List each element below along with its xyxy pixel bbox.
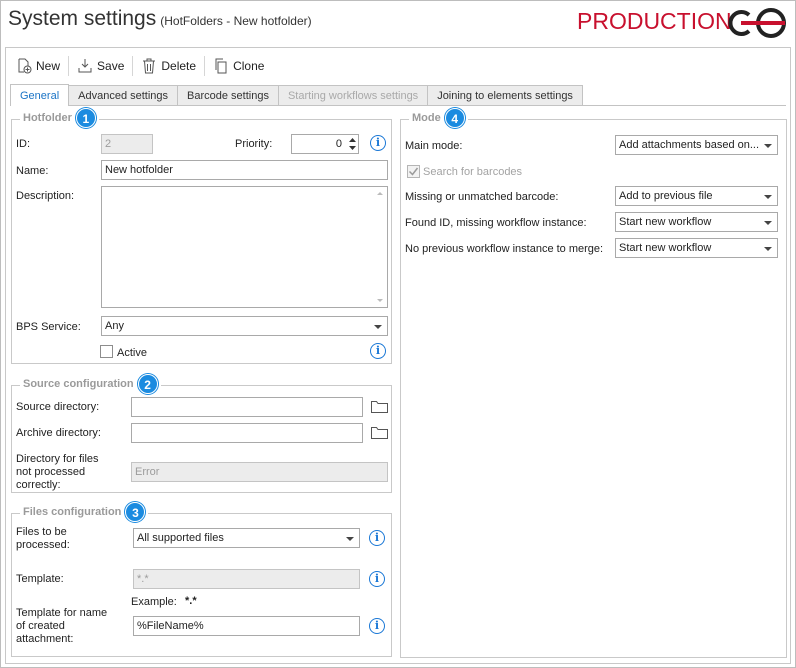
no-previous-instance-select[interactable]: Start new workflow: [615, 238, 778, 258]
description-textarea[interactable]: [101, 186, 388, 308]
error-directory-field: Error: [131, 462, 388, 482]
toolbar-divider: [68, 56, 70, 76]
tab-general[interactable]: General: [10, 84, 70, 106]
brand-logo-icon: [728, 8, 786, 38]
checkmark-icon: [408, 167, 419, 176]
source-configuration-group: Source configuration 2 Source directory: …: [11, 374, 392, 493]
files-group-title: Files configuration 3: [20, 502, 149, 522]
save-button[interactable]: Save: [71, 58, 130, 74]
environment-label: PRODUCTION: [577, 8, 732, 34]
tab-divider: [10, 105, 786, 106]
info-icon[interactable]: i: [369, 618, 385, 634]
error-directory-label: Directory for files not processed correc…: [16, 453, 99, 492]
example-value: *.*: [185, 595, 197, 607]
template-field: *.*: [133, 569, 360, 589]
missing-barcode-label: Missing or unmatched barcode:: [405, 191, 559, 203]
clone-button[interactable]: Clone: [207, 58, 270, 74]
source-directory-label: Source directory:: [16, 401, 100, 413]
stepper-arrows-icon[interactable]: [347, 136, 358, 152]
clone-icon: [215, 58, 227, 74]
error-directory-label-line: correctly:: [16, 479, 61, 491]
save-icon: [78, 59, 92, 73]
source-title-text: Source configuration: [23, 377, 134, 390]
no-previous-instance-label: No previous workflow instance to merge:: [405, 243, 604, 255]
main-mode-select[interactable]: Add attachments based on...: [615, 135, 778, 155]
step-badge-3: 3: [125, 502, 146, 522]
step-badge-4: 4: [444, 108, 465, 128]
hotfolder-group-title: Hotfolder 1: [20, 108, 99, 128]
active-label: Active: [117, 347, 147, 359]
name-label: Name:: [16, 165, 49, 177]
name-field[interactable]: New hotfolder: [101, 160, 388, 180]
new-button[interactable]: New: [10, 58, 66, 74]
attachment-name-label: Template for name of created attachment:: [16, 607, 107, 646]
source-group-title: Source configuration 2: [20, 374, 161, 394]
template-label: Template:: [16, 573, 64, 585]
files-title-text: Files configuration: [23, 505, 122, 518]
scrollbar[interactable]: [376, 190, 384, 304]
files-to-process-label-line: Files to be: [16, 526, 67, 538]
hotfolder-title-text: Hotfolder: [23, 111, 72, 124]
info-icon[interactable]: i: [370, 135, 386, 151]
folder-icon[interactable]: [371, 400, 388, 413]
step-badge-1: 1: [75, 108, 96, 128]
hotfolder-group: Hotfolder 1 ID: 2 Priority: 0 i Name: New…: [11, 108, 392, 364]
trash-icon: [143, 58, 156, 74]
files-to-process-label-line: processed:: [16, 539, 70, 551]
attachment-name-label-line: attachment:: [16, 633, 74, 645]
search-barcodes-label: Search for barcodes: [423, 166, 523, 178]
tab-joining-to-elements-settings[interactable]: Joining to elements settings: [427, 85, 583, 106]
tab-advanced-settings[interactable]: Advanced settings: [68, 85, 179, 106]
main-mode-label: Main mode:: [405, 140, 463, 152]
mode-group-title: Mode 4: [409, 108, 468, 128]
missing-barcode-select[interactable]: Add to previous file: [615, 186, 778, 206]
new-label: New: [36, 59, 61, 73]
archive-directory-label: Archive directory:: [16, 427, 101, 439]
found-id-select[interactable]: Start new workflow: [615, 212, 778, 232]
attachment-name-label-line: of created: [16, 620, 65, 632]
tab-strip: General Advanced settings Barcode settin…: [10, 84, 583, 106]
delete-button[interactable]: Delete: [135, 58, 202, 74]
clone-label: Clone: [233, 59, 265, 73]
window-title: System settings (HotFolders - New hotfold…: [8, 7, 312, 31]
archive-directory-field[interactable]: [131, 423, 363, 443]
priority-label: Priority:: [235, 138, 273, 150]
files-to-process-select[interactable]: All supported files: [133, 528, 360, 548]
error-directory-label-line: Directory for files: [16, 453, 99, 465]
files-to-process-label: Files to be processed:: [16, 526, 70, 552]
new-document-icon: [18, 58, 32, 74]
found-id-label: Found ID, missing workflow instance:: [405, 217, 587, 229]
info-icon[interactable]: i: [370, 343, 386, 359]
toolbar-divider: [132, 56, 134, 76]
attachment-name-label-line: Template for name: [16, 607, 108, 619]
folder-icon[interactable]: [371, 426, 388, 439]
mode-group: Mode 4 Main mode: Add attachments based o…: [400, 108, 787, 658]
source-directory-field[interactable]: [131, 397, 363, 417]
files-configuration-group: Files configuration 3 Files to be process…: [11, 502, 392, 657]
tab-barcode-settings[interactable]: Barcode settings: [177, 85, 279, 106]
active-checkbox[interactable]: [100, 345, 113, 358]
save-label: Save: [97, 59, 125, 73]
page-subtitle: (HotFolders - New hotfolder): [160, 14, 312, 28]
toolbar-divider: [204, 56, 206, 76]
toolbar: New Save Delete Clone: [10, 54, 270, 78]
mode-title-text: Mode: [412, 111, 441, 124]
info-icon[interactable]: i: [369, 530, 385, 546]
example-label: Example:: [131, 596, 177, 608]
attachment-name-field[interactable]: %FileName%: [133, 616, 360, 636]
description-label: Description:: [16, 190, 75, 202]
search-barcodes-checkbox: [407, 165, 420, 178]
bps-service-label: BPS Service:: [16, 321, 81, 333]
bps-service-select[interactable]: Any: [101, 316, 388, 336]
step-badge-2: 2: [137, 374, 158, 394]
page-title: System settings: [8, 7, 157, 30]
error-directory-label-line: not processed: [16, 466, 86, 478]
system-settings-window: System settings (HotFolders - New hotfold…: [0, 0, 796, 668]
info-icon[interactable]: i: [369, 571, 385, 587]
id-field: 2: [101, 134, 153, 154]
settings-panel: New Save Delete Clone General Advanced s…: [5, 47, 791, 664]
delete-label: Delete: [161, 59, 197, 73]
id-label: ID:: [16, 138, 31, 150]
tab-starting-workflows-settings: Starting workflows settings: [277, 85, 429, 106]
